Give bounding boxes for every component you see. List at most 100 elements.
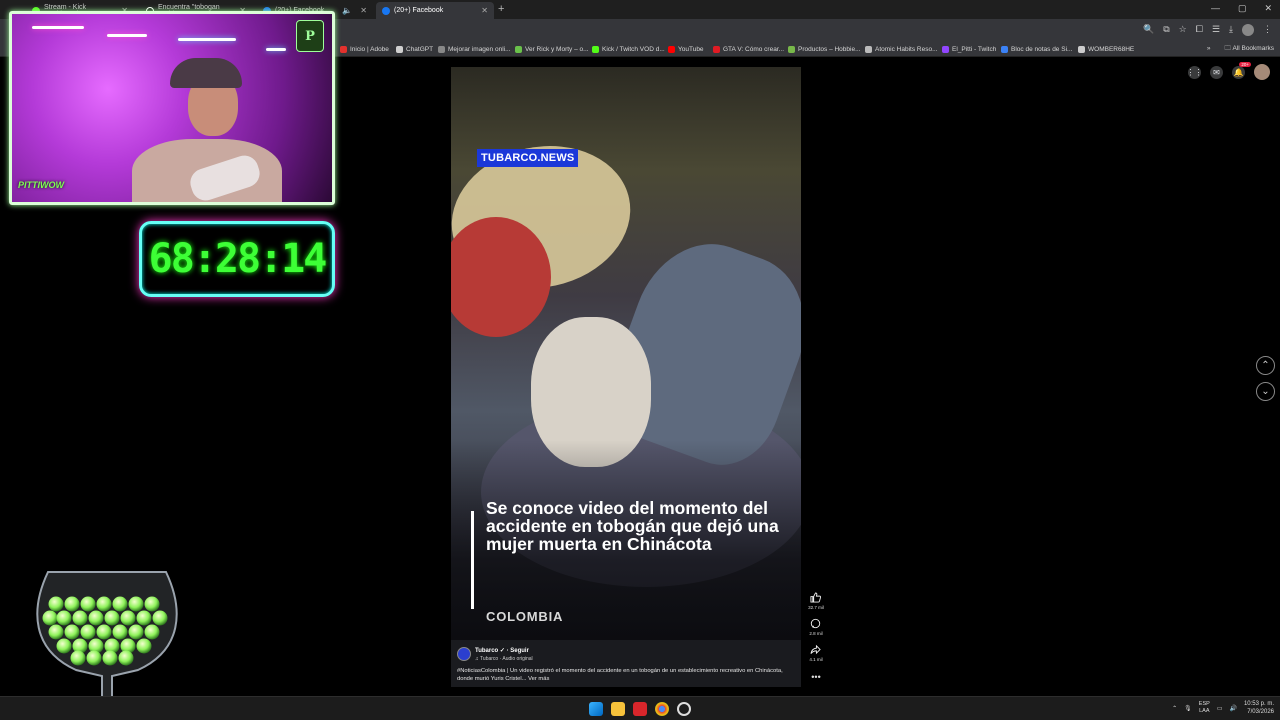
- reel-actions: 32.7 mil 2.8 mil 4.1 mil •••: [804, 592, 828, 682]
- chevron-right-icon: »: [1206, 45, 1211, 52]
- chevron-down-icon: ⌄: [1261, 386, 1270, 397]
- language-indicator[interactable]: ESP LAA: [1199, 701, 1210, 715]
- close-icon[interactable]: ✕: [360, 6, 367, 15]
- notepad-icon: [1001, 45, 1008, 53]
- glass-orb: [96, 624, 112, 640]
- microphone-icon[interactable]: 🎙: [1184, 705, 1192, 712]
- comment-count: 2.8 mil: [809, 631, 823, 636]
- windows-start-icon[interactable]: [589, 702, 603, 716]
- system-tray: ⌃ 🎙 ESP LAA ▭ 🔊 10:53 p. m. 7/03/2026: [1172, 700, 1274, 716]
- maximize-icon[interactable]: ▢: [1238, 3, 1247, 14]
- glass-orb: [120, 610, 136, 626]
- bookmark-item[interactable]: Ver Rick y Morty – o...: [515, 43, 589, 55]
- like-button[interactable]: 32.7 mil: [808, 592, 824, 610]
- windows-taskbar: ⌃ 🎙 ESP LAA ▭ 🔊 10:53 p. m. 7/03/2026: [0, 696, 1280, 720]
- reel-video[interactable]: TUBARCO.NEWS Se conoce video del momento…: [451, 67, 801, 640]
- share-count: 4.1 mil: [809, 657, 823, 662]
- news-brand-badge: TUBARCO.NEWS: [477, 149, 579, 167]
- speaker-icon[interactable]: 🔈: [342, 6, 352, 15]
- timer-value: 68:28:14: [148, 236, 328, 282]
- media-controls-icon[interactable]: ☰: [1212, 24, 1220, 36]
- reel-player[interactable]: TUBARCO.NEWS Se conoce video del momento…: [451, 67, 801, 687]
- glass-orb: [128, 624, 144, 640]
- glass-orb: [96, 596, 112, 612]
- glass-orb: [72, 610, 88, 626]
- close-icon[interactable]: ✕: [481, 6, 488, 15]
- neon-sign: [266, 48, 286, 51]
- glass-orb: [112, 624, 128, 640]
- chevron-up-icon: ⌃: [1261, 360, 1270, 371]
- bookmark-item[interactable]: GTA V: Cómo crear...: [713, 43, 784, 55]
- glass-orb: [64, 596, 80, 612]
- menu-kebab-icon[interactable]: ⋮: [1263, 24, 1272, 36]
- glass-orb: [64, 624, 80, 640]
- webcam-overlay: P PITTIWOW: [9, 11, 335, 205]
- new-tab-button[interactable]: +: [498, 3, 504, 15]
- bookmark-site-icon: [788, 45, 795, 53]
- profile-avatar[interactable]: [1254, 64, 1270, 80]
- bookmark-item[interactable]: Productos – Hobbie...: [788, 43, 861, 55]
- neon-sign: [178, 38, 236, 41]
- all-bookmarks-button[interactable]: » 🗀 All Bookmarks: [1207, 44, 1274, 55]
- close-window-icon[interactable]: ✕: [1264, 3, 1272, 14]
- glass-orb: [144, 596, 160, 612]
- bookmark-item[interactable]: Atomic Habits Reso...: [865, 43, 938, 55]
- glass-orb: [112, 596, 128, 612]
- file-explorer-icon[interactable]: [611, 702, 625, 716]
- channel-logo: PITTIWOW: [18, 180, 64, 190]
- obs-icon[interactable]: [677, 702, 691, 716]
- audio-attribution[interactable]: ♫ Tubarco · Audio original: [475, 656, 533, 662]
- glass-orb: [88, 610, 104, 626]
- next-reel-button[interactable]: ⌄: [1256, 382, 1275, 401]
- adobe-icon[interactable]: [633, 702, 647, 716]
- chrome-icon[interactable]: [655, 702, 669, 716]
- menu-grid-icon[interactable]: ⋮⋮: [1187, 65, 1203, 79]
- comment-icon: [811, 618, 821, 629]
- bookmark-item[interactable]: Kick / Twitch VOD d...: [592, 43, 665, 55]
- bookmark-star-icon[interactable]: ☆: [1179, 24, 1187, 36]
- notifications-bell-icon[interactable]: 🔔 20+: [1232, 61, 1251, 79]
- facebook-header-icons: ⋮⋮ ✉ 🔔 20+: [1187, 61, 1270, 80]
- volume-icon[interactable]: 🔊: [1229, 705, 1236, 712]
- system-clock[interactable]: 10:53 p. m. 7/03/2026: [1244, 700, 1274, 716]
- glass-orb: [86, 650, 102, 666]
- channel-badge: P: [296, 20, 324, 52]
- glass-orb: [56, 638, 72, 654]
- downloads-icon[interactable]: ⤓: [1229, 24, 1233, 36]
- toolbar-icons: 🔍 ⧉ ☆ ⧠ ☰ ⤓ ⋮: [1143, 24, 1272, 36]
- youtube-icon: [668, 45, 675, 53]
- zoom-icon[interactable]: 🔍: [1143, 24, 1154, 36]
- notification-badge: 20+: [1239, 61, 1251, 67]
- taskbar-apps: [589, 702, 691, 716]
- comment-button[interactable]: 2.8 mil: [809, 618, 823, 636]
- glass-orb: [102, 650, 118, 666]
- glass-orb: [136, 610, 152, 626]
- bookmark-item[interactable]: ChatGPT: [396, 43, 433, 55]
- bookmark-item[interactable]: WOMBER68HE: [1078, 43, 1134, 55]
- page-name-follow[interactable]: Tubarco ✓ · Seguir: [475, 647, 529, 654]
- more-options-button[interactable]: •••: [811, 672, 820, 682]
- bookmark-item[interactable]: Mejorar imagen onli...: [438, 43, 511, 55]
- minimize-icon[interactable]: —: [1211, 3, 1220, 14]
- tab-label: (20+) Facebook: [394, 7, 444, 14]
- share-button[interactable]: 4.1 mil: [809, 644, 823, 662]
- glass-orb: [144, 624, 160, 640]
- profile-avatar[interactable]: [1242, 24, 1254, 36]
- bookmark-item[interactable]: El_Pitti - Twitch: [942, 43, 996, 55]
- bookmark-item[interactable]: Inicio | Adobe: [340, 43, 389, 55]
- cast-icon[interactable]: ⧉: [1163, 24, 1169, 36]
- page-avatar[interactable]: [457, 647, 471, 661]
- tab-facebook-active[interactable]: (20+) Facebook ✕: [376, 2, 494, 19]
- streamer-cap: [170, 58, 242, 88]
- previous-reel-button[interactable]: ⌃: [1256, 356, 1275, 375]
- bookmark-item[interactable]: YouTube: [668, 43, 704, 55]
- network-icon[interactable]: ▭: [1217, 705, 1223, 712]
- video-section-tag: COLOMBIA: [486, 609, 564, 624]
- neon-sign: [107, 34, 147, 37]
- messenger-icon[interactable]: ✉: [1210, 65, 1223, 79]
- glass-jar-overlay: [36, 571, 178, 709]
- tray-chevron-up-icon[interactable]: ⌃: [1172, 705, 1177, 712]
- extensions-icon[interactable]: ⧠: [1196, 24, 1203, 36]
- bookmark-item[interactable]: Bloc de notas de Si...: [1001, 43, 1072, 55]
- screen: Stream - Kick Dashboard ✕ Encuentra "tob…: [0, 0, 1280, 720]
